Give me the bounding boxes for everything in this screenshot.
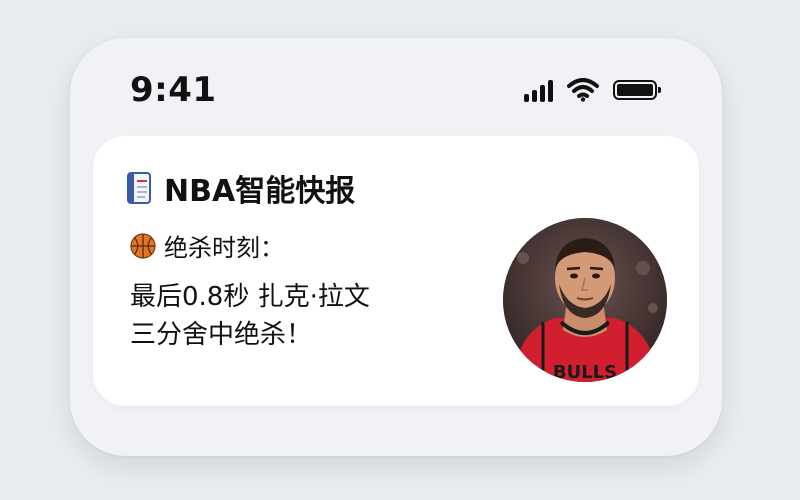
battery-icon (613, 80, 661, 100)
player-avatar: BULLS (503, 218, 667, 382)
cellular-signal-icon (524, 78, 553, 102)
notification-subtitle: 绝杀时刻： (164, 234, 284, 262)
notification-body-line: 最后0.8秒 扎克·拉文 (130, 282, 370, 312)
wifi-icon (567, 78, 599, 102)
notification-header: NBA智能快报 (126, 166, 355, 210)
basketball-icon (130, 232, 156, 259)
notification-subtitle-row: 绝杀时刻： (130, 228, 284, 263)
status-icons (524, 78, 661, 102)
notification-body-line: 三分舍中绝杀！ (130, 320, 313, 350)
notification-title: NBA智能快报 (164, 174, 356, 209)
notepad-icon (127, 172, 151, 204)
notification-body: 最后0.8秒 扎克·拉文 三分舍中绝杀！ (130, 278, 490, 354)
status-time: 9:41 (130, 70, 217, 110)
